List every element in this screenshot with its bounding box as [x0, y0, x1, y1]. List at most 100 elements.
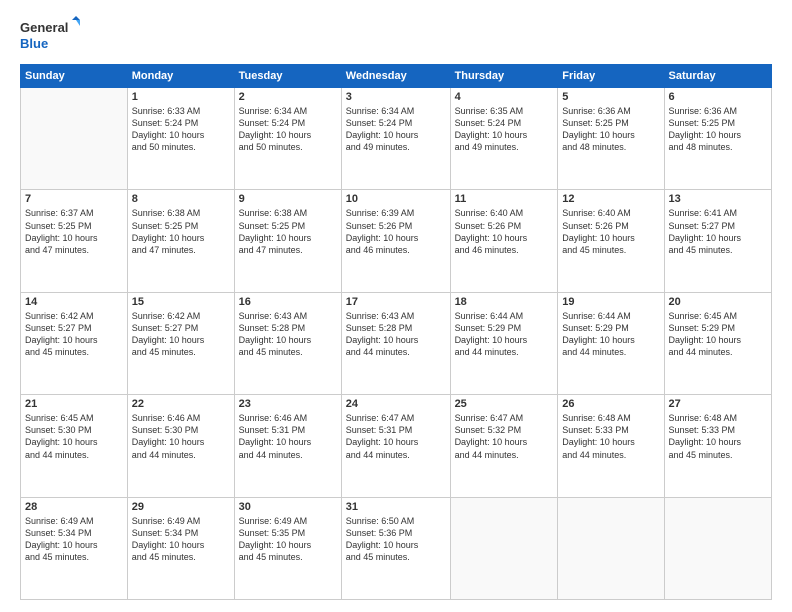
calendar-cell	[558, 497, 664, 599]
calendar-cell: 20 Sunrise: 6:45 AMSunset: 5:29 PMDayligh…	[664, 292, 771, 394]
day-number: 8	[132, 193, 230, 205]
day-info: Sunrise: 6:39 AMSunset: 5:26 PMDaylight:…	[346, 207, 446, 256]
calendar-cell: 19Sunrise: 6:44 AMSunset: 5:29 PMDayligh…	[558, 292, 664, 394]
day-number: 10	[346, 193, 446, 205]
day-number: 17	[346, 296, 446, 308]
day-number: 9	[239, 193, 337, 205]
day-info: Sunrise: 6:49 AMSunset: 5:35 PMDaylight:…	[239, 515, 337, 564]
weekday-header-saturday: Saturday	[664, 65, 771, 88]
day-info: Sunrise: 6:44 AMSunset: 5:29 PMDaylight:…	[455, 310, 554, 359]
day-info: Sunrise: 6:46 AMSunset: 5:30 PMDaylight:…	[132, 412, 230, 461]
calendar-cell: 27 Sunrise: 6:48 AMSunset: 5:33 PMDayligh…	[664, 395, 771, 497]
calendar-cell: 21 Sunrise: 6:45 AMSunset: 5:30 PMDayligh…	[21, 395, 128, 497]
day-number: 14	[25, 296, 123, 308]
day-number: 22	[132, 398, 230, 410]
calendar-cell: 31 Sunrise: 6:50 AMSunset: 5:36 PMDayligh…	[341, 497, 450, 599]
calendar-cell	[664, 497, 771, 599]
page: General Blue SundayMondayTuesdayWednesda…	[0, 0, 792, 612]
day-info: Sunrise: 6:43 AMSunset: 5:28 PMDaylight:…	[239, 310, 337, 359]
day-number: 31	[346, 501, 446, 513]
calendar-cell: 4 Sunrise: 6:35 AMSunset: 5:24 PMDaylight…	[450, 88, 558, 190]
calendar-week-row: 14 Sunrise: 6:42 AMSunset: 5:27 PMDayligh…	[21, 292, 772, 394]
calendar-cell: 26 Sunrise: 6:48 AMSunset: 5:33 PMDayligh…	[558, 395, 664, 497]
day-number: 15	[132, 296, 230, 308]
calendar-table: SundayMondayTuesdayWednesdayThursdayFrid…	[20, 64, 772, 600]
calendar-cell: 10 Sunrise: 6:39 AMSunset: 5:26 PMDayligh…	[341, 190, 450, 292]
day-number: 2	[239, 91, 337, 103]
weekday-header-sunday: Sunday	[21, 65, 128, 88]
weekday-header-friday: Friday	[558, 65, 664, 88]
logo-svg: General Blue	[20, 16, 80, 56]
calendar-cell: 8 Sunrise: 6:38 AMSunset: 5:25 PMDaylight…	[127, 190, 234, 292]
day-info: Sunrise: 6:37 AMSunset: 5:25 PMDaylight:…	[25, 207, 123, 256]
day-info: Sunrise: 6:48 AMSunset: 5:33 PMDaylight:…	[669, 412, 767, 461]
calendar-cell	[21, 88, 128, 190]
day-info: Sunrise: 6:35 AMSunset: 5:24 PMDaylight:…	[455, 105, 554, 154]
day-number: 12	[562, 193, 659, 205]
svg-text:General: General	[20, 20, 68, 35]
day-number: 1	[132, 91, 230, 103]
logo: General Blue	[20, 16, 80, 56]
day-info: Sunrise: 6:45 AMSunset: 5:30 PMDaylight:…	[25, 412, 123, 461]
calendar-cell: 7 Sunrise: 6:37 AMSunset: 5:25 PMDaylight…	[21, 190, 128, 292]
day-info: Sunrise: 6:42 AMSunset: 5:27 PMDaylight:…	[25, 310, 123, 359]
calendar-cell: 30Sunrise: 6:49 AMSunset: 5:35 PMDayligh…	[234, 497, 341, 599]
calendar-cell: 22 Sunrise: 6:46 AMSunset: 5:30 PMDayligh…	[127, 395, 234, 497]
calendar-week-row: 7 Sunrise: 6:37 AMSunset: 5:25 PMDaylight…	[21, 190, 772, 292]
calendar-cell: 14 Sunrise: 6:42 AMSunset: 5:27 PMDayligh…	[21, 292, 128, 394]
calendar-cell: 12 Sunrise: 6:40 AMSunset: 5:26 PMDayligh…	[558, 190, 664, 292]
day-number: 20	[669, 296, 767, 308]
calendar-cell: 1Sunrise: 6:33 AMSunset: 5:24 PMDaylight…	[127, 88, 234, 190]
day-number: 24	[346, 398, 446, 410]
day-info: Sunrise: 6:34 AMSunset: 5:24 PMDaylight:…	[239, 105, 337, 154]
day-number: 27	[669, 398, 767, 410]
day-info: Sunrise: 6:34 AMSunset: 5:24 PMDaylight:…	[346, 105, 446, 154]
day-info: Sunrise: 6:42 AMSunset: 5:27 PMDaylight:…	[132, 310, 230, 359]
weekday-header-tuesday: Tuesday	[234, 65, 341, 88]
day-number: 19	[562, 296, 659, 308]
day-info: Sunrise: 6:38 AMSunset: 5:25 PMDaylight:…	[132, 207, 230, 256]
day-number: 5	[562, 91, 659, 103]
day-number: 4	[455, 91, 554, 103]
day-number: 29	[132, 501, 230, 513]
day-info: Sunrise: 6:43 AMSunset: 5:28 PMDaylight:…	[346, 310, 446, 359]
day-number: 13	[669, 193, 767, 205]
weekday-header-row: SundayMondayTuesdayWednesdayThursdayFrid…	[21, 65, 772, 88]
day-number: 16	[239, 296, 337, 308]
calendar-cell: 23 Sunrise: 6:46 AMSunset: 5:31 PMDayligh…	[234, 395, 341, 497]
day-info: Sunrise: 6:47 AMSunset: 5:32 PMDaylight:…	[455, 412, 554, 461]
calendar-cell: 16 Sunrise: 6:43 AMSunset: 5:28 PMDayligh…	[234, 292, 341, 394]
day-number: 25	[455, 398, 554, 410]
day-number: 3	[346, 91, 446, 103]
day-info: Sunrise: 6:49 AMSunset: 5:34 PMDaylight:…	[132, 515, 230, 564]
weekday-header-monday: Monday	[127, 65, 234, 88]
calendar-week-row: 28 Sunrise: 6:49 AMSunset: 5:34 PMDayligh…	[21, 497, 772, 599]
day-info: Sunrise: 6:46 AMSunset: 5:31 PMDaylight:…	[239, 412, 337, 461]
day-info: Sunrise: 6:41 AMSunset: 5:27 PMDaylight:…	[669, 207, 767, 256]
calendar-cell: 17 Sunrise: 6:43 AMSunset: 5:28 PMDayligh…	[341, 292, 450, 394]
calendar-cell: 25 Sunrise: 6:47 AMSunset: 5:32 PMDayligh…	[450, 395, 558, 497]
day-info: Sunrise: 6:48 AMSunset: 5:33 PMDaylight:…	[562, 412, 659, 461]
calendar-cell: 13 Sunrise: 6:41 AMSunset: 5:27 PMDayligh…	[664, 190, 771, 292]
day-number: 7	[25, 193, 123, 205]
calendar-week-row: 1Sunrise: 6:33 AMSunset: 5:24 PMDaylight…	[21, 88, 772, 190]
calendar-cell: 6Sunrise: 6:36 AMSunset: 5:25 PMDaylight…	[664, 88, 771, 190]
day-number: 6	[669, 91, 767, 103]
calendar-cell: 28Sunrise: 6:49 AMSunset: 5:34 PMDayligh…	[21, 497, 128, 599]
calendar-cell: 9 Sunrise: 6:38 AMSunset: 5:25 PMDaylight…	[234, 190, 341, 292]
calendar-cell: 18 Sunrise: 6:44 AMSunset: 5:29 PMDayligh…	[450, 292, 558, 394]
day-number: 23	[239, 398, 337, 410]
day-number: 28	[25, 501, 123, 513]
weekday-header-thursday: Thursday	[450, 65, 558, 88]
day-info: Sunrise: 6:36 AMSunset: 5:25 PMDaylight:…	[562, 105, 659, 154]
day-info: Sunrise: 6:40 AMSunset: 5:26 PMDaylight:…	[562, 207, 659, 256]
day-number: 18	[455, 296, 554, 308]
day-number: 26	[562, 398, 659, 410]
weekday-header-wednesday: Wednesday	[341, 65, 450, 88]
calendar-cell: 24Sunrise: 6:47 AMSunset: 5:31 PMDayligh…	[341, 395, 450, 497]
day-number: 21	[25, 398, 123, 410]
header: General Blue	[20, 16, 772, 56]
day-info: Sunrise: 6:50 AMSunset: 5:36 PMDaylight:…	[346, 515, 446, 564]
day-info: Sunrise: 6:38 AMSunset: 5:25 PMDaylight:…	[239, 207, 337, 256]
day-info: Sunrise: 6:45 AMSunset: 5:29 PMDaylight:…	[669, 310, 767, 359]
